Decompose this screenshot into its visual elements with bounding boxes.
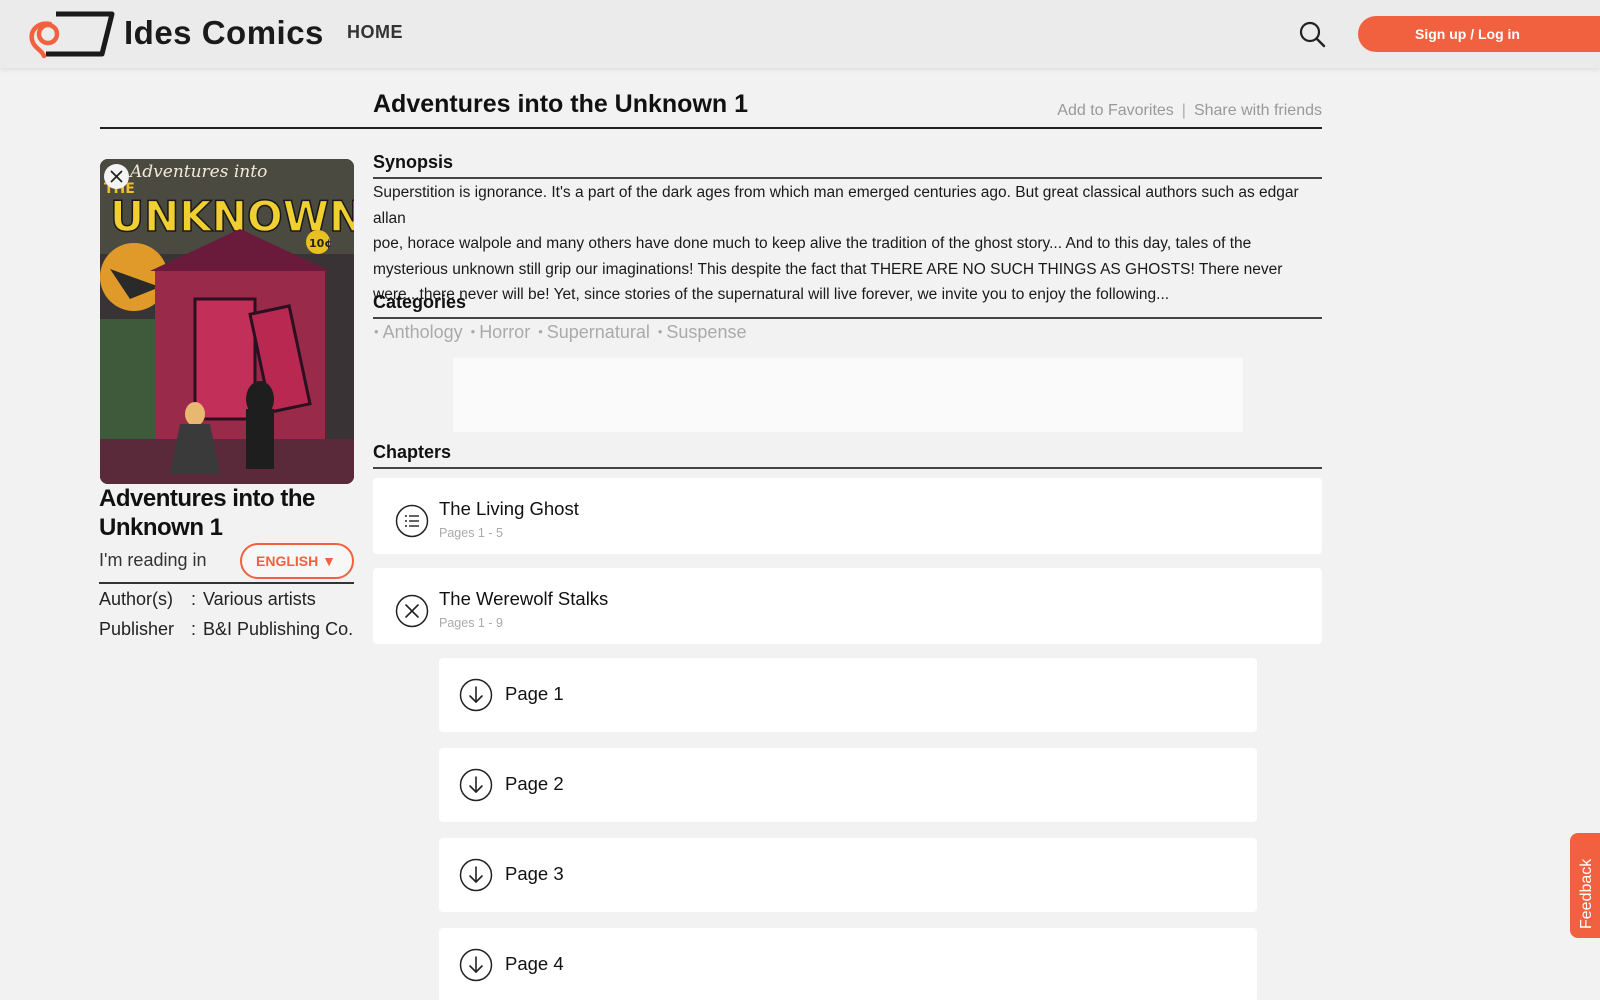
title-actions: Add to Favorites | Share with friends xyxy=(1057,102,1322,120)
synopsis-text: Superstition is ignorance. It's a part o… xyxy=(373,180,1325,308)
synopsis-line: were...there never will be! Yet, since s… xyxy=(373,286,1170,303)
search-icon[interactable] xyxy=(1298,20,1326,48)
chapter-title: The Werewolf Stalks xyxy=(439,588,609,609)
svg-text:Adventures into: Adventures into xyxy=(128,162,267,182)
ides-comics-logo[interactable] xyxy=(28,10,116,60)
publisher-label: Publisher xyxy=(99,619,175,639)
synopsis-line: poe, horace walpole and many others have… xyxy=(373,235,1252,252)
category-list: • Anthology • Horror • Supernatural • Suspen… xyxy=(374,322,754,343)
language-dropdown[interactable]: ENGLISH ▼ xyxy=(240,543,354,579)
chapter-pages: Pages 1 - 9 xyxy=(439,616,503,630)
page-label: Page 1 xyxy=(505,683,564,704)
close-circle-icon[interactable] xyxy=(395,594,429,628)
categories-divider xyxy=(373,317,1322,319)
download-arrow-icon xyxy=(459,768,493,802)
download-arrow-icon xyxy=(459,948,493,982)
chapters-divider xyxy=(373,467,1322,469)
close-icon[interactable] xyxy=(104,164,129,189)
comic-side-title: Adventures into the Unknown 1 xyxy=(99,485,315,541)
category-suspense[interactable]: • Suspense xyxy=(658,322,747,343)
page-item-2[interactable]: Page 2 xyxy=(439,748,1257,822)
ad-placeholder xyxy=(453,358,1243,432)
title-divider xyxy=(100,127,1322,129)
publisher-colon: : xyxy=(191,619,197,639)
svg-text:10¢: 10¢ xyxy=(309,237,332,250)
page-label: Page 2 xyxy=(505,773,564,794)
brand-name[interactable]: Ides Comics xyxy=(124,14,324,52)
synopsis-heading: Synopsis xyxy=(373,152,454,172)
author-colon: : xyxy=(191,589,197,609)
categories-heading: Categories xyxy=(373,292,467,312)
page-title: Adventures into the Unknown 1 xyxy=(373,90,749,118)
publisher-value: B&I Publishing Co. xyxy=(203,619,354,639)
chapter-title: The Living Ghost xyxy=(439,498,579,519)
chapter-item-werewolf-stalks[interactable]: The Werewolf Stalks Pages 1 - 9 xyxy=(373,568,1322,644)
reading-language-label: I'm reading in xyxy=(99,550,207,570)
signup-login-button[interactable]: Sign up / Log in xyxy=(1358,16,1600,52)
author-value: Various artists xyxy=(203,589,316,609)
nav-home-link[interactable]: HOME xyxy=(347,22,403,43)
add-to-favorites-link[interactable]: Add to Favorites xyxy=(1057,102,1174,120)
category-supernatural[interactable]: • Supernatural xyxy=(538,322,650,343)
share-with-friends-link[interactable]: Share with friends xyxy=(1194,102,1322,120)
chapter-pages: Pages 1 - 5 xyxy=(439,526,503,540)
synopsis-line: Superstition is ignorance. It's a part o… xyxy=(373,184,1299,227)
chapter-item-living-ghost[interactable]: The Living Ghost Pages 1 - 5 xyxy=(373,478,1322,554)
top-navigation-bar: Ides Comics HOME Sign up / Log in xyxy=(0,0,1600,68)
chapters-heading: Chapters xyxy=(373,442,452,462)
synopsis-line: mysterious unknown still grip our imagin… xyxy=(373,260,1283,278)
download-arrow-icon xyxy=(459,678,493,712)
page-item-4[interactable]: Page 4 xyxy=(439,928,1257,1000)
synopsis-divider xyxy=(373,177,1322,179)
author-row: Author(s) : Various artists xyxy=(99,589,316,610)
page-label: Page 4 xyxy=(505,953,564,974)
sidebar-divider xyxy=(99,582,354,584)
feedback-tab[interactable]: Feedback xyxy=(1570,833,1600,938)
page-item-1[interactable]: Page 1 xyxy=(439,658,1257,732)
comic-cover-image: Adventures into THE UNKNOWN! 10¢ xyxy=(100,159,354,484)
feedback-label: Feedback xyxy=(1578,858,1595,929)
actions-separator: | xyxy=(1181,102,1186,119)
author-label: Author(s) xyxy=(99,589,174,609)
list-icon xyxy=(395,504,429,538)
category-anthology[interactable]: • Anthology xyxy=(374,322,463,343)
download-arrow-icon xyxy=(459,858,493,892)
page-item-3[interactable]: Page 3 xyxy=(439,838,1257,912)
publisher-row: Publisher : B&I Publishing Co. xyxy=(99,619,353,640)
category-horror[interactable]: • Horror xyxy=(471,322,531,343)
page-label: Page 3 xyxy=(505,863,564,884)
